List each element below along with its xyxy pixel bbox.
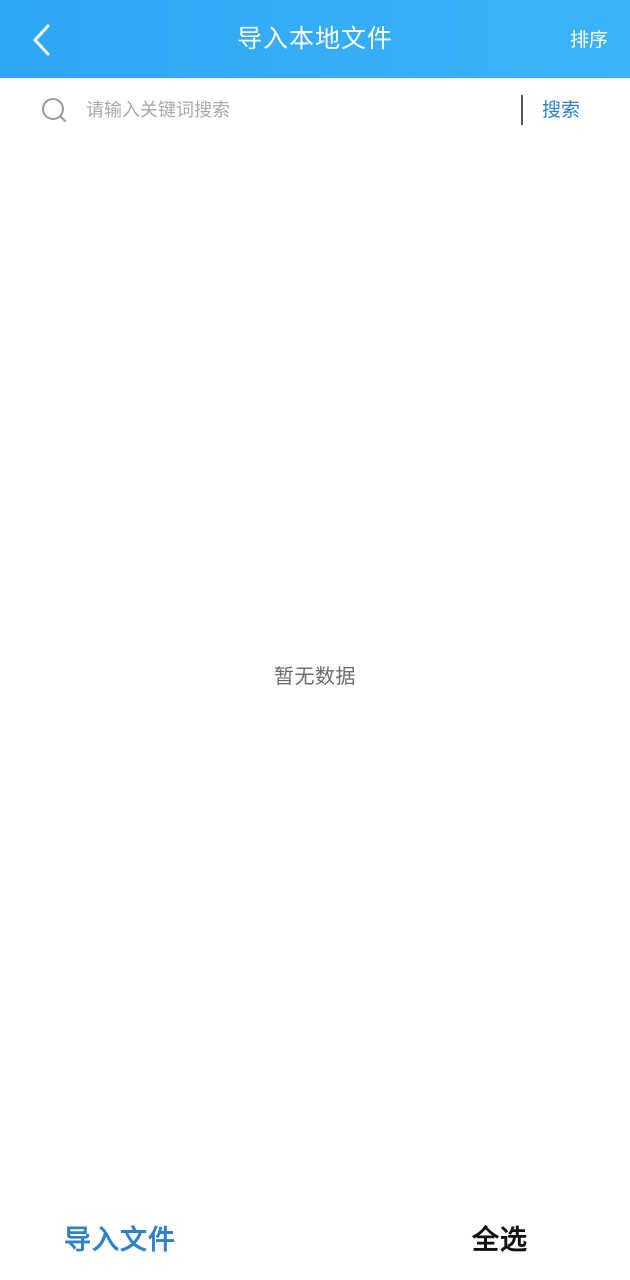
empty-state-message: 暂无数据 — [274, 664, 356, 688]
search-button[interactable]: 搜索 — [542, 78, 580, 142]
chevron-left-icon — [33, 24, 50, 56]
back-button[interactable] — [20, 18, 64, 62]
search-icon — [42, 98, 66, 122]
sort-button[interactable]: 排序 — [570, 0, 608, 78]
search-divider — [521, 95, 523, 125]
header-bar: 导入本地文件 排序 — [0, 0, 630, 78]
page-title: 导入本地文件 — [236, 24, 393, 53]
import-files-button[interactable]: 导入文件 — [64, 1218, 176, 1257]
search-input[interactable] — [86, 92, 506, 128]
import-local-files-page: 导入本地文件 排序 搜索 暂无数据 导入文件 全选 — [0, 0, 630, 1280]
bottom-action-bar: 导入文件 全选 — [0, 1200, 630, 1280]
select-all-button[interactable]: 全选 — [472, 1218, 528, 1257]
search-bar: 搜索 — [0, 78, 630, 142]
